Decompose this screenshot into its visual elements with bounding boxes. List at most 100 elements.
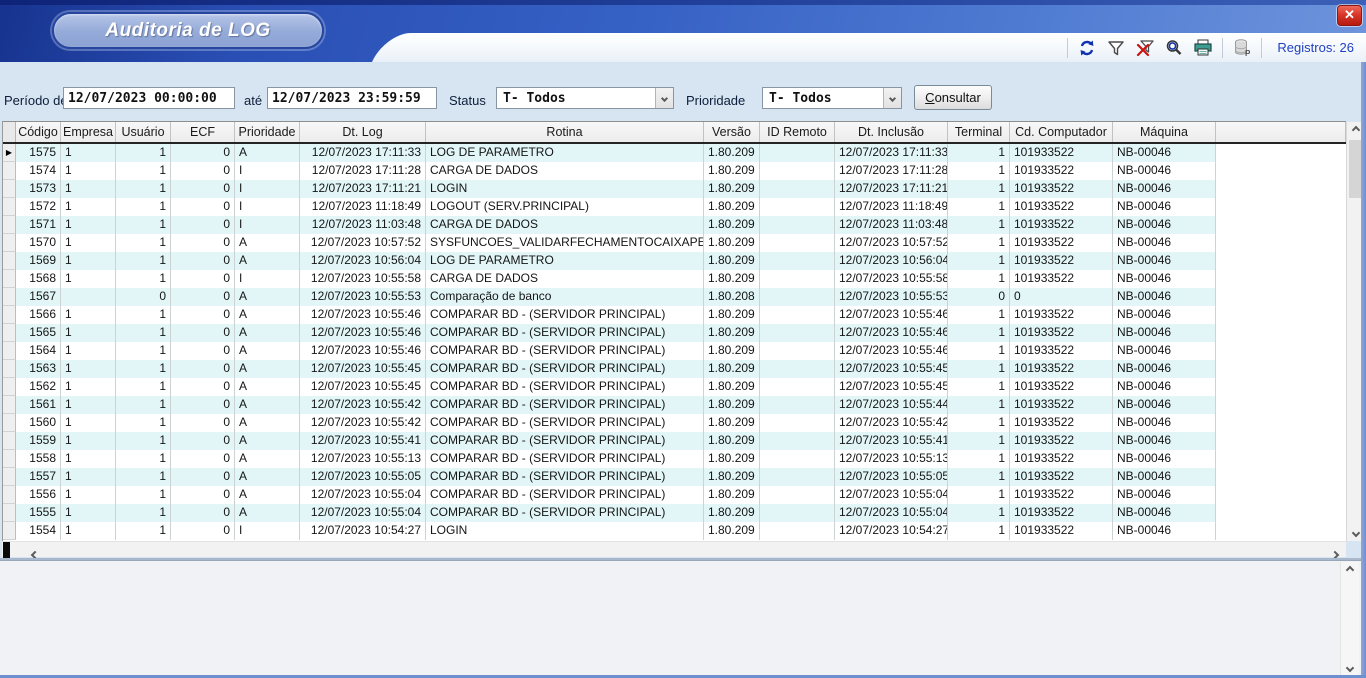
status-select[interactable]: T- Todos (496, 87, 674, 109)
cell-empresa: 1 (61, 468, 116, 486)
cell-usuario: 1 (116, 144, 171, 162)
period-to-input[interactable] (267, 87, 437, 109)
table-row[interactable]: 1563110A12/07/2023 10:55:45COMPARAR BD -… (3, 360, 1216, 378)
horizontal-scroll-thumb[interactable] (3, 542, 10, 558)
table-row[interactable]: 1572110I12/07/2023 11:18:49LOGOUT (SERV.… (3, 198, 1216, 216)
refresh-icon[interactable] (1077, 38, 1097, 58)
cell-dt_log: 12/07/2023 17:11:33 (300, 144, 426, 162)
table-row[interactable]: 1555110A12/07/2023 10:55:04COMPARAR BD -… (3, 504, 1216, 522)
cell-usuario: 1 (116, 468, 171, 486)
consult-button[interactable]: Consultar (914, 85, 992, 110)
row-selector-cell (3, 234, 16, 252)
cell-versao: 1.80.209 (704, 504, 760, 522)
cell-codigo: 1561 (16, 396, 61, 414)
table-row[interactable]: 1554110I12/07/2023 10:54:27LOGIN1.80.209… (3, 522, 1216, 540)
column-header-dt_log[interactable]: Dt. Log (300, 122, 426, 142)
column-header-ecf[interactable]: ECF (171, 122, 235, 142)
cell-empresa: 1 (61, 234, 116, 252)
cell-cd_computador: 101933522 (1010, 378, 1113, 396)
table-row[interactable]: 1568110I12/07/2023 10:55:58CARGA DE DADO… (3, 270, 1216, 288)
cell-versao: 1.80.209 (704, 252, 760, 270)
print-icon[interactable] (1193, 38, 1213, 58)
priority-select[interactable]: T- Todos (762, 87, 902, 109)
cell-dt_log: 12/07/2023 10:55:46 (300, 324, 426, 342)
scroll-down-icon[interactable] (1341, 660, 1359, 675)
cell-cd_computador: 101933522 (1010, 198, 1113, 216)
cell-usuario: 1 (116, 342, 171, 360)
cell-versao: 1.80.209 (704, 486, 760, 504)
detail-panel (0, 560, 1361, 675)
column-header-id_remoto[interactable]: ID Remoto (760, 122, 835, 142)
cell-ecf: 0 (171, 288, 235, 306)
cell-rotina: LOGIN (426, 180, 704, 198)
table-row[interactable]: 156700A12/07/2023 10:55:53Comparação de … (3, 288, 1216, 306)
cell-dt_log: 12/07/2023 11:18:49 (300, 198, 426, 216)
filter-icon[interactable] (1106, 38, 1126, 58)
column-header-versao[interactable]: Versão (704, 122, 760, 142)
table-row[interactable]: 1571110I12/07/2023 11:03:48CARGA DE DADO… (3, 216, 1216, 234)
cell-empresa: 1 (61, 504, 116, 522)
cell-terminal: 1 (948, 378, 1010, 396)
column-header-dt_inclusao[interactable]: Dt. Inclusão (835, 122, 948, 142)
column-header-usuario[interactable]: Usuário (116, 122, 171, 142)
table-row[interactable]: 1558110A12/07/2023 10:55:13COMPARAR BD -… (3, 450, 1216, 468)
cell-rotina: COMPARAR BD - (SERVIDOR PRINCIPAL) (426, 378, 704, 396)
table-row[interactable]: 1562110A12/07/2023 10:55:45COMPARAR BD -… (3, 378, 1216, 396)
table-row[interactable]: 1566110A12/07/2023 10:55:46COMPARAR BD -… (3, 306, 1216, 324)
table-row[interactable]: 1570110A12/07/2023 10:57:52SYSFUNCOES_VA… (3, 234, 1216, 252)
table-row[interactable]: 1574110I12/07/2023 17:11:28CARGA DE DADO… (3, 162, 1216, 180)
column-header-terminal[interactable]: Terminal (948, 122, 1010, 142)
table-row[interactable]: 1565110A12/07/2023 10:55:46COMPARAR BD -… (3, 324, 1216, 342)
cell-prioridade: A (235, 360, 300, 378)
cell-usuario: 1 (116, 252, 171, 270)
priority-label: Prioridade (686, 93, 745, 108)
column-header-maquina[interactable]: Máquina (1113, 122, 1216, 142)
close-button[interactable]: ✕ (1337, 5, 1362, 26)
cell-prioridade: A (235, 144, 300, 162)
cell-id_remoto (760, 522, 835, 540)
cell-id_remoto (760, 360, 835, 378)
cell-cd_computador: 101933522 (1010, 486, 1113, 504)
table-row[interactable]: 1561110A12/07/2023 10:55:42COMPARAR BD -… (3, 396, 1216, 414)
table-row[interactable]: 1557110A12/07/2023 10:55:05COMPARAR BD -… (3, 468, 1216, 486)
column-header-prioridade[interactable]: Prioridade (235, 122, 300, 142)
table-row[interactable]: 1573110I12/07/2023 17:11:21LOGIN1.80.209… (3, 180, 1216, 198)
cell-ecf: 0 (171, 144, 235, 162)
column-header-codigo[interactable]: Código (16, 122, 61, 142)
cell-rotina: COMPARAR BD - (SERVIDOR PRINCIPAL) (426, 504, 704, 522)
cell-id_remoto (760, 252, 835, 270)
grid-horizontal-scrollbar[interactable] (2, 541, 1346, 557)
table-row[interactable]: 1564110A12/07/2023 10:55:46COMPARAR BD -… (3, 342, 1216, 360)
cell-ecf: 0 (171, 432, 235, 450)
cell-versao: 1.80.209 (704, 414, 760, 432)
database-icon[interactable]: P (1232, 38, 1252, 58)
cell-usuario: 1 (116, 324, 171, 342)
column-header-rotina[interactable]: Rotina (426, 122, 704, 142)
cell-ecf: 0 (171, 378, 235, 396)
clear-filter-icon[interactable] (1135, 38, 1155, 58)
zoom-icon[interactable] (1164, 38, 1184, 58)
cell-dt_log: 12/07/2023 10:55:58 (300, 270, 426, 288)
row-selector-cell (3, 306, 16, 324)
scroll-up-icon[interactable] (1341, 562, 1359, 577)
row-selector-header (3, 122, 16, 142)
period-from-input[interactable] (63, 87, 235, 109)
cell-dt_inclusao: 12/07/2023 10:57:52 (835, 234, 948, 252)
table-row[interactable]: 1559110A12/07/2023 10:55:41COMPARAR BD -… (3, 432, 1216, 450)
column-header-cd_computador[interactable]: Cd. Computador (1010, 122, 1113, 142)
column-header-empresa[interactable]: Empresa (61, 122, 116, 142)
table-row[interactable]: 1569110A12/07/2023 10:56:04LOG DE PARAME… (3, 252, 1216, 270)
table-row[interactable]: ▶1575110A12/07/2023 17:11:33LOG DE PARAM… (3, 144, 1216, 162)
cell-cd_computador: 101933522 (1010, 216, 1113, 234)
cell-versao: 1.80.209 (704, 270, 760, 288)
cell-maquina: NB-00046 (1113, 486, 1216, 504)
cell-maquina: NB-00046 (1113, 324, 1216, 342)
table-row[interactable]: 1560110A12/07/2023 10:55:42COMPARAR BD -… (3, 414, 1216, 432)
cell-codigo: 1555 (16, 504, 61, 522)
detail-panel-scrollbar[interactable] (1340, 562, 1359, 675)
cell-rotina: CARGA DE DADOS (426, 162, 704, 180)
cell-empresa: 1 (61, 144, 116, 162)
cell-dt_inclusao: 12/07/2023 10:55:45 (835, 360, 948, 378)
cell-cd_computador: 101933522 (1010, 522, 1113, 540)
table-row[interactable]: 1556110A12/07/2023 10:55:04COMPARAR BD -… (3, 486, 1216, 504)
